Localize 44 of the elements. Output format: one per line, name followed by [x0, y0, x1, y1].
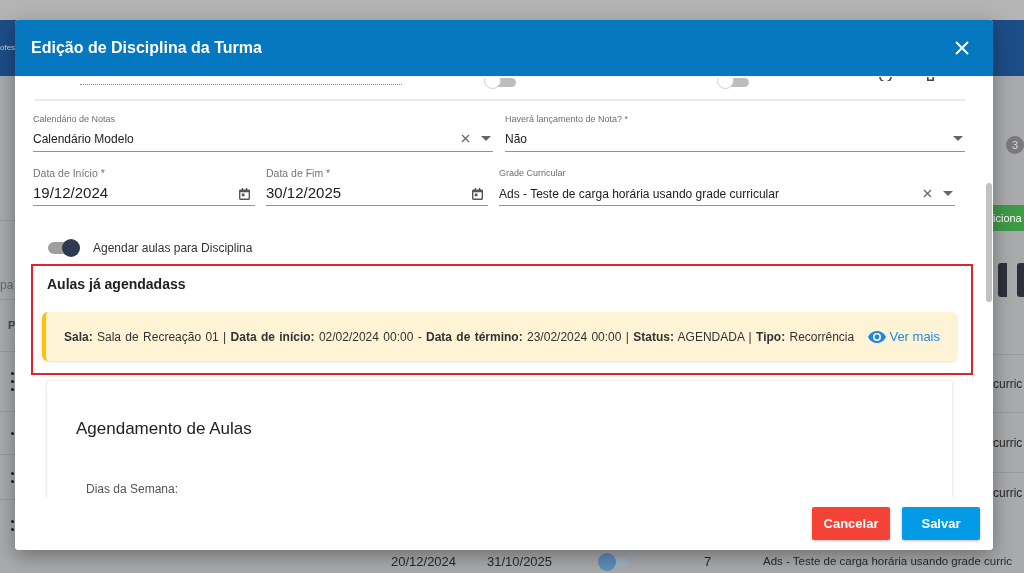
caret-icon[interactable] [481, 136, 491, 141]
table-cell-text: Ads - Teste de carga horária usando grade curric [763, 553, 1013, 569]
table-cell-text: curric [993, 434, 1023, 452]
calendar-icon[interactable] [239, 187, 250, 200]
date-field[interactable]: 30/12/2025 [266, 182, 488, 206]
cancel-button[interactable]: Cancelar [812, 507, 890, 540]
caret-icon[interactable] [943, 191, 953, 196]
table-cell-text: 31/10/2025 [487, 552, 554, 571]
table-cell-text: 20/12/2024 [391, 552, 458, 571]
close-icon [955, 41, 969, 55]
table-cell-text: curric [993, 375, 1023, 393]
section-title: Agendamento de Aulas [76, 418, 252, 440]
clear-icon[interactable] [461, 134, 470, 143]
weekdays-label: Dias da Semana: [86, 482, 179, 497]
clear-icon[interactable] [923, 189, 932, 198]
add-button[interactable]: iciona [993, 205, 1024, 231]
scrollbar-thumb[interactable] [986, 183, 992, 302]
count-badge: 3 [1006, 136, 1024, 154]
nav-text: ofes [0, 44, 16, 52]
table-cell-text: curric [993, 485, 1023, 502]
field-label: Calendário de Notas [33, 113, 116, 126]
field-label: Data de Início * [33, 166, 105, 181]
field-label: Data de Fim * [266, 166, 331, 181]
field-label: Grade Curricular [499, 167, 566, 180]
input-field[interactable]: pa [0, 277, 15, 293]
date-field[interactable]: 19/12/2024 [33, 182, 255, 206]
toggle-switch[interactable] [717, 78, 749, 89]
eye-icon [868, 330, 887, 343]
select-field[interactable]: Ads - Teste de carga horária usando grade curricular [499, 182, 955, 206]
select-field[interactable]: Calendário Modelo [33, 126, 493, 152]
calendar-icon[interactable] [472, 187, 483, 200]
toggle-switch[interactable] [598, 552, 631, 571]
toggle-switch[interactable] [484, 78, 516, 89]
caret-icon[interactable] [953, 136, 963, 141]
column-header: P [8, 318, 16, 334]
toggle-label: Agendar aulas para Disciplina [93, 240, 253, 257]
field-label: Haverá lançamento de Nota? * [505, 113, 629, 126]
section-title: Aulas já agendadass [47, 275, 186, 293]
select-field[interactable]: Não [505, 126, 965, 152]
table-cell-text: 7 [704, 552, 713, 571]
schedule-summary: Sala: Sala de Recreação 01 | Data de início: 02/02/2024 00:00 - Data de término: 23/02/2024 00:00 | Status: AGENDADA | Tipo: Recorrência [64, 328, 855, 346]
close-button[interactable] [955, 41, 969, 55]
toggle-switch[interactable] [48, 238, 80, 258]
dialog-title: Edição de Disciplina da Turma [31, 38, 262, 58]
